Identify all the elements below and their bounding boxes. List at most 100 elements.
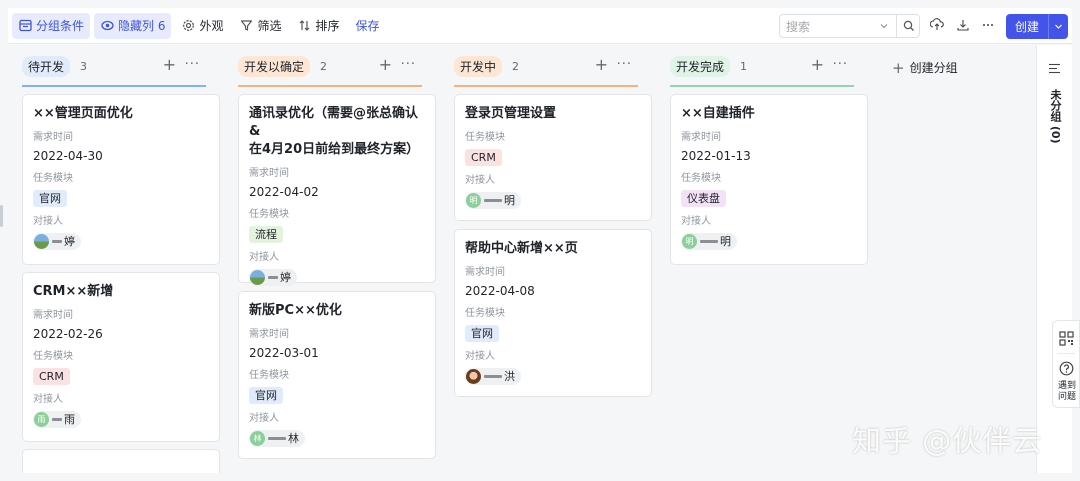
field-value-date: 2022-03-01 (249, 346, 319, 360)
add-card-icon[interactable]: + (379, 57, 392, 73)
eye-icon (100, 19, 114, 33)
card[interactable]: 新版PC××优化 需求时间 2022-03-01 任务模块 官网 对接人 林林 (238, 291, 436, 459)
create-group-button[interactable]: + 创建分组 (892, 59, 958, 76)
owner-chip: 林林 (249, 430, 305, 447)
owner-name: 明 (504, 194, 515, 207)
filter-icon (239, 19, 253, 33)
field-value-date: 2022-02-26 (33, 327, 103, 341)
field-label-module: 任务模块 (681, 173, 721, 184)
avatar: 雨 (34, 412, 49, 427)
hidden-columns-label: 隐藏列 6 (118, 19, 166, 33)
field-value-date: 2022-01-13 (681, 149, 751, 163)
search-icon[interactable] (896, 15, 920, 37)
qr-code-icon[interactable] (1059, 331, 1074, 350)
upload-icon[interactable] (928, 16, 946, 34)
field-label-owner: 对接人 (681, 216, 711, 227)
column-title[interactable]: 待开发 (22, 55, 71, 77)
card[interactable]: CRM××新增 需求时间 2022-02-26 任务模块 CRM 对接人 雨雨 (22, 272, 220, 442)
field-label-module: 任务模块 (465, 308, 505, 319)
toolbar: 分组条件 隐藏列 6 外观 筛选 排序 保存 搜索 创建 (8, 8, 1072, 44)
column-count: 2 (512, 59, 520, 73)
field-label-module: 任务模块 (33, 173, 73, 184)
owner-name: 婷 (64, 235, 75, 248)
download-icon[interactable] (954, 16, 972, 34)
list-menu-icon[interactable] (1048, 59, 1061, 78)
field-label-owner: 对接人 (33, 216, 63, 227)
redacted-name (484, 375, 502, 378)
chevron-down-icon[interactable] (879, 20, 889, 34)
help-label[interactable]: 遇到问题 (1055, 381, 1079, 403)
avatar: 明 (466, 193, 481, 208)
add-card-icon[interactable]: + (595, 57, 608, 73)
field-label-time: 需求时间 (249, 168, 289, 179)
avatar (466, 369, 481, 384)
hidden-columns-button[interactable]: 隐藏列 6 (94, 12, 172, 39)
column-count: 2 (320, 59, 328, 73)
save-button[interactable]: 保存 (350, 13, 386, 39)
module-chip: CRM (33, 368, 70, 385)
card[interactable]: 通讯录优化（需要@张总确认 & 在4月20日前给到最终方案） 需求时间 2022… (238, 94, 436, 286)
column-title[interactable]: 开发以确定 (238, 55, 311, 77)
owner-name: 明 (720, 235, 731, 248)
column-divider (670, 85, 854, 87)
owner-chip: 明明 (681, 233, 737, 250)
floating-help-widget: 遇到问题 (1052, 320, 1080, 408)
card-title: 登录页管理设置 (465, 106, 557, 121)
add-card-icon[interactable]: + (163, 57, 176, 73)
redacted-name (484, 199, 502, 202)
column-title[interactable]: 开发中 (454, 55, 503, 77)
resize-handle[interactable] (0, 205, 3, 227)
help-icon[interactable] (1059, 361, 1074, 380)
column-confirmed: 开发以确定 2 + ··· (224, 45, 422, 87)
add-card-icon[interactable]: + (811, 57, 824, 73)
card[interactable]: ××管理页面优化 需求时间 2022-04-30 任务模块 官网 对接人 婷 (22, 94, 220, 265)
column-done: 开发完成 1 + ··· (656, 45, 854, 87)
group-by-button[interactable]: 分组条件 (12, 12, 91, 39)
column-more-icon[interactable]: ··· (401, 57, 416, 72)
sort-label: 排序 (315, 19, 340, 33)
card[interactable]: 登录页管理设置 任务模块 CRM 对接人 明明 (454, 94, 652, 221)
column-more-icon[interactable]: ··· (833, 57, 848, 72)
card[interactable]: 帮助中心新增××页 需求时间 2022-04-08 任务模块 官网 对接人 洪 (454, 229, 652, 397)
column-title[interactable]: 开发完成 (670, 55, 731, 77)
more-icon[interactable] (979, 16, 997, 34)
card-title: 帮助中心新增××页 (465, 241, 578, 256)
card-title: ××管理页面优化 (33, 106, 133, 121)
column-more-icon[interactable]: ··· (617, 57, 632, 72)
owner-name: 婷 (280, 271, 291, 284)
create-button[interactable]: 创建 (1006, 14, 1068, 39)
search-input[interactable]: 搜索 (779, 14, 920, 38)
owner-chip: 明明 (465, 192, 521, 209)
owner-chip: 洪 (465, 368, 521, 385)
owner-chip: 婷 (33, 233, 81, 250)
field-label-module: 任务模块 (249, 370, 289, 381)
create-menu-chevron-icon[interactable] (1049, 22, 1068, 31)
save-label: 保存 (355, 19, 380, 33)
ungrouped-panel: 未分组 (0) (1036, 45, 1072, 473)
module-chip: CRM (465, 149, 502, 166)
module-chip: 官网 (33, 190, 67, 207)
sort-button[interactable]: 排序 (292, 13, 346, 39)
redacted-name (268, 276, 278, 279)
card[interactable]: ××自建插件 需求时间 2022-01-13 任务模块 仪表盘 对接人 明明 (670, 94, 868, 265)
card-partial[interactable] (22, 449, 220, 473)
card-title-line1: 通讯录优化（需要@张总确认 & (249, 106, 419, 139)
ungrouped-label[interactable]: 未分组 (0) (1048, 89, 1062, 144)
filter-button[interactable]: 筛选 (233, 13, 287, 39)
owner-name: 林 (288, 432, 299, 445)
column-divider (454, 85, 638, 87)
field-label-owner: 对接人 (33, 394, 63, 405)
card-title: CRM××新增 (33, 284, 114, 299)
field-label-owner: 对接人 (249, 413, 279, 424)
create-label: 创建 (1014, 20, 1039, 34)
kanban-board: 待开发 3 + ··· ××管理页面优化 需求时间 2022-04-30 任务模… (8, 45, 1036, 473)
column-header: 开发以确定 2 + ··· (224, 45, 422, 87)
column-more-icon[interactable]: ··· (185, 57, 200, 72)
field-label-owner: 对接人 (465, 351, 495, 362)
watermark: 知乎 @伙伴云 (852, 424, 1043, 458)
avatar: 林 (250, 431, 265, 446)
field-label-time: 需求时间 (681, 132, 721, 143)
appearance-button[interactable]: 外观 (175, 13, 229, 39)
owner-chip: 雨雨 (33, 411, 81, 428)
field-label-time: 需求时间 (249, 329, 289, 340)
